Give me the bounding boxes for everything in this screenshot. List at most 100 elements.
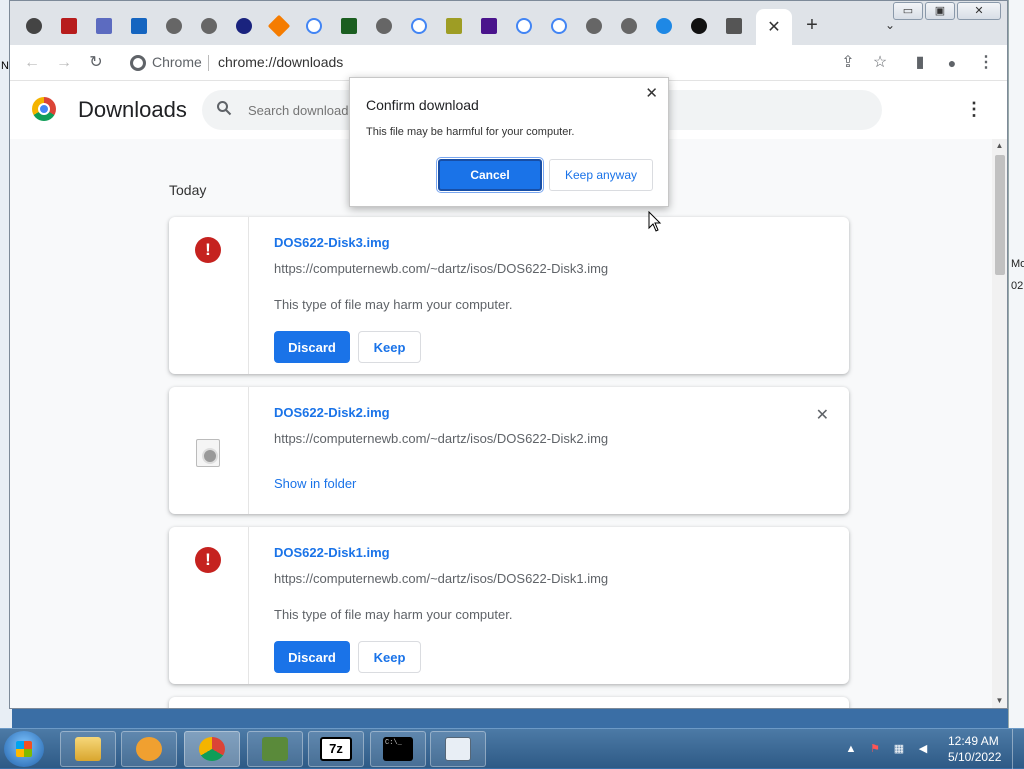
sigma-favicon-icon <box>96 18 112 34</box>
tab[interactable] <box>475 12 503 40</box>
scroll-down-icon[interactable]: ▼ <box>994 696 1005 706</box>
dialog-close-icon[interactable]: ✕ <box>645 84 658 102</box>
tab[interactable] <box>720 12 748 40</box>
item-icon-column <box>169 387 249 514</box>
item-icon-column: ! <box>169 217 249 374</box>
file-name-link[interactable]: DOS622-Disk2.img <box>274 405 390 420</box>
disk-image-file-icon <box>196 439 220 467</box>
clock-date[interactable]: 5/10/2022 <box>948 750 1001 764</box>
cancel-button[interactable]: Cancel <box>436 157 544 193</box>
tab[interactable] <box>510 12 538 40</box>
side-panel-icon[interactable]: ▮ <box>910 53 930 73</box>
show-hidden-icons-icon[interactable]: ▲ <box>844 742 858 756</box>
desktop-right-edge: Mo 02 <box>1008 0 1024 728</box>
share-icon[interactable]: ⇪ <box>838 53 858 73</box>
box-favicon-icon <box>726 18 742 34</box>
tab[interactable] <box>440 12 468 40</box>
google-favicon-icon <box>306 18 322 34</box>
google-favicon-icon <box>551 18 567 34</box>
tab[interactable] <box>55 12 83 40</box>
danger-message: This type of file may harm your computer… <box>274 297 513 312</box>
keep-button[interactable]: Keep <box>358 331 421 363</box>
minimize-button[interactable]: ▭ <box>893 2 923 20</box>
file-url[interactable]: https://computernewb.com/~dartz/isos/DOS… <box>274 571 608 586</box>
tab-close-icon[interactable]: ✕ <box>767 17 780 37</box>
tab[interactable] <box>685 12 713 40</box>
tab[interactable] <box>230 12 258 40</box>
scroll-thumb[interactable] <box>995 155 1005 275</box>
remove-item-icon[interactable]: ✕ <box>816 405 829 425</box>
scroll-up-icon[interactable]: ▲ <box>994 141 1005 151</box>
keep-anyway-button[interactable]: Keep anyway <box>549 159 653 191</box>
show-in-folder-link[interactable]: Show in folder <box>274 476 356 491</box>
browser-menu-icon[interactable]: ⋮ <box>976 53 996 73</box>
network-icon[interactable]: ▦ <box>892 742 906 756</box>
back-icon[interactable]: ← <box>22 53 42 73</box>
confirm-download-dialog: Confirm download ✕ This file may be harm… <box>349 77 669 207</box>
action-center-icon[interactable]: ⚑ <box>868 742 882 756</box>
discard-button[interactable]: Discard <box>274 641 350 673</box>
taskbar-7zip[interactable]: 7z <box>308 731 364 767</box>
mouse-cursor-icon <box>648 211 662 232</box>
media-player-icon <box>136 737 162 761</box>
new-tab-button[interactable]: + <box>802 15 822 35</box>
danger-warning-icon: ! <box>195 237 221 263</box>
tab[interactable] <box>195 12 223 40</box>
tab[interactable] <box>615 12 643 40</box>
tab[interactable] <box>580 12 608 40</box>
tab[interactable] <box>265 12 293 40</box>
site-label: Chrome <box>152 54 202 70</box>
desktop-fragment: Mo <box>1011 258 1024 270</box>
play-favicon-icon <box>131 18 147 34</box>
active-tab[interactable]: ✕ <box>756 9 792 45</box>
maximize-button[interactable]: ▣ <box>925 2 955 20</box>
google-favicon-icon <box>411 18 427 34</box>
download-item: DOS622-Disk2.img https://computernewb.co… <box>169 387 849 514</box>
taskbar-window-app[interactable] <box>430 731 486 767</box>
file-url[interactable]: https://computernewb.com/~dartz/isos/DOS… <box>274 431 608 446</box>
bookmark-star-icon[interactable]: ☆ <box>870 53 890 73</box>
tab[interactable] <box>650 12 678 40</box>
tab[interactable] <box>20 12 48 40</box>
file-name-link[interactable]: DOS622-Disk3.img <box>274 235 390 250</box>
terminal-icon: C:\_ <box>383 737 413 761</box>
taskbar-network-app[interactable] <box>247 731 303 767</box>
address-bar[interactable]: Chrome chrome://downloads <box>122 49 892 77</box>
start-button[interactable] <box>4 731 44 767</box>
taskbar-media-player[interactable] <box>121 731 177 767</box>
window-app-icon <box>445 737 471 761</box>
volume-icon[interactable]: ◀ <box>916 742 930 756</box>
tab[interactable] <box>125 12 153 40</box>
folder-icon <box>75 737 101 761</box>
page-scrollbar[interactable]: ▲ ▼ <box>992 139 1007 708</box>
red-square-favicon-icon <box>61 18 77 34</box>
chrome-site-icon <box>130 55 146 71</box>
tab[interactable] <box>370 12 398 40</box>
globe-favicon-icon <box>621 18 637 34</box>
tab[interactable] <box>405 12 433 40</box>
taskbar-command-prompt[interactable]: C:\_ <box>370 731 426 767</box>
forward-icon[interactable]: → <box>54 53 74 73</box>
tab[interactable] <box>90 12 118 40</box>
file-url[interactable]: https://computernewb.com/~dartz/isos/DOS… <box>274 261 608 276</box>
tab[interactable] <box>160 12 188 40</box>
url-text[interactable]: chrome://downloads <box>218 54 343 70</box>
profile-avatar-icon[interactable]: ● <box>942 53 962 73</box>
tab[interactable] <box>335 12 363 40</box>
page-menu-icon[interactable]: ⋮ <box>965 99 983 119</box>
discard-button[interactable]: Discard <box>274 331 350 363</box>
download-item: ! DOS622-Disk1.img https://computernewb.… <box>169 527 849 684</box>
taskbar-explorer[interactable] <box>60 731 116 767</box>
clock-time[interactable]: 12:49 AM <box>948 734 999 748</box>
reload-icon[interactable]: ↻ <box>86 53 106 73</box>
file-name-link[interactable]: DOS622-Disk1.img <box>274 545 390 560</box>
download-item: ! DOS622-Disk3.img https://computernewb.… <box>169 217 849 374</box>
keep-button[interactable]: Keep <box>358 641 421 673</box>
show-desktop-button[interactable] <box>1012 729 1024 769</box>
tab[interactable] <box>300 12 328 40</box>
close-window-button[interactable]: ✕ <box>957 2 1001 20</box>
taskbar-chrome[interactable] <box>184 731 240 767</box>
globe-favicon-icon <box>166 18 182 34</box>
git-favicon-icon <box>267 14 291 38</box>
tab[interactable] <box>545 12 573 40</box>
